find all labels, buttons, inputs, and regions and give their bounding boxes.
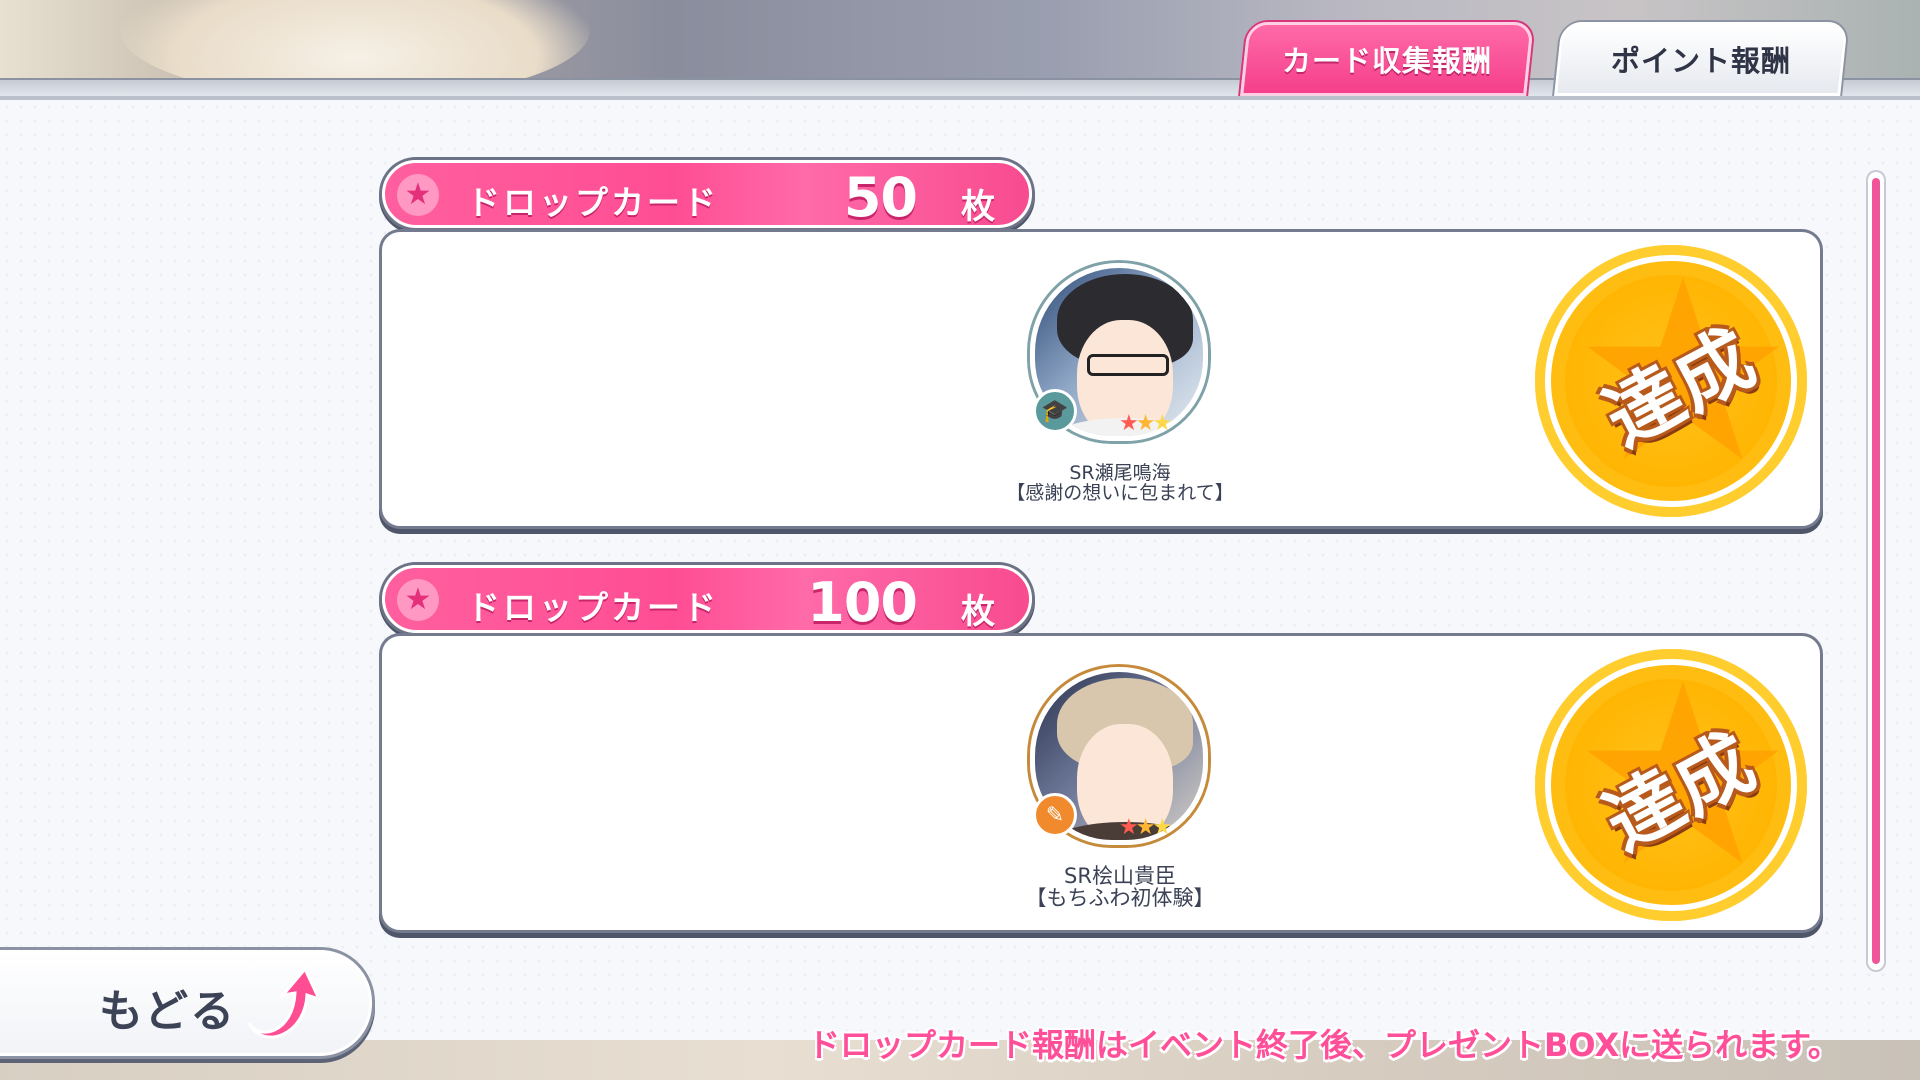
scrollbar-thumb[interactable] [1872, 178, 1880, 964]
reward-card-1: 🎓 ★★★ SR瀬尾鳴海 【感謝の想いに包まれて】 ★ 達成 [382, 232, 1820, 526]
tab-card-collection-label: カード収集報酬 [1281, 44, 1492, 78]
card-subtitle: 【感謝の想いに包まれて】 [1006, 482, 1234, 504]
reward-header-1: ★ ドロップカード 50 枚 [382, 160, 1032, 229]
feather-icon: ✎ [1033, 793, 1077, 837]
reward-count: 100 [807, 571, 918, 634]
card-name: SR瀬尾鳴海 [1069, 462, 1171, 484]
back-button-label: もどる [99, 986, 237, 1037]
notice-text: ドロップカード報酬はイベント終了後、プレゼントBOXに送られます。 [808, 1026, 1840, 1064]
tab-point-reward[interactable]: ポイント報酬 [1554, 22, 1848, 96]
graduation-cap-icon: 🎓 [1033, 389, 1077, 433]
curved-arrow-icon [247, 966, 321, 1039]
tab-point-label: ポイント報酬 [1610, 44, 1791, 78]
reward-count: 50 [843, 166, 918, 229]
reward-count-unit: 枚 [961, 592, 995, 632]
scrollbar-track[interactable] [1868, 172, 1884, 970]
back-button[interactable]: もどる [0, 950, 372, 1056]
reward-card-2: ✎ ★★★ SR桧山貴臣 【もちふわ初体験】 ★ 達成 [382, 636, 1820, 930]
reward-header-label: ドロップカード [467, 588, 719, 627]
reward-header-2: ★ ドロップカード 100 枚 [382, 565, 1032, 634]
card-name: SR桧山貴臣 [1064, 864, 1176, 888]
reward-card-name: SR瀬尾鳴海 【感謝の想いに包まれて】 [845, 463, 1395, 503]
achieved-medal: ★ 達成 [1535, 245, 1807, 517]
tab-card-collection-reward[interactable]: カード収集報酬 [1240, 22, 1534, 96]
glasses-icon [1087, 354, 1169, 376]
rarity-stars: ★★★ [1119, 815, 1172, 840]
card-subtitle: 【もちふわ初体験】 [1025, 886, 1215, 910]
achieved-medal: ★ 達成 [1535, 649, 1807, 921]
reward-card-name: SR桧山貴臣 【もちふわ初体験】 [845, 865, 1395, 909]
star-icon: ★ [397, 579, 439, 621]
reward-header-label: ドロップカード [467, 183, 719, 222]
rarity-stars: ★★★ [1119, 411, 1172, 436]
star-icon: ★ [397, 174, 439, 216]
reward-count-unit: 枚 [961, 187, 995, 227]
